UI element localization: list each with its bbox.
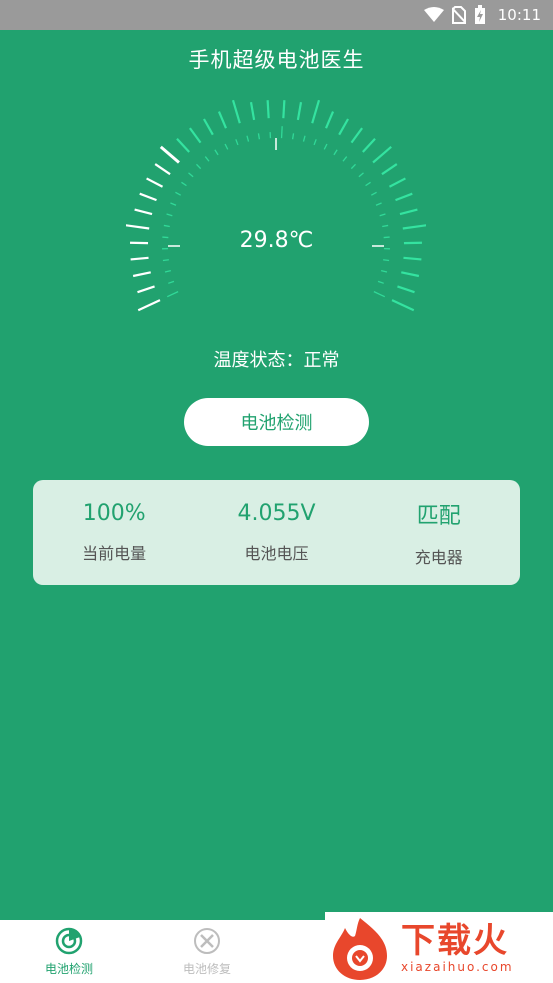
gauge-inner-tick bbox=[163, 224, 170, 228]
charger-value: 匹配 bbox=[416, 503, 461, 529]
info-item-charge: 100% 当前电量 bbox=[39, 501, 189, 564]
temperature-gauge bbox=[126, 99, 426, 312]
gauge-tick-active bbox=[154, 163, 171, 176]
temperature-status: 温度状态：正常 bbox=[213, 350, 340, 371]
gauge-inner-tick bbox=[383, 259, 390, 262]
flame-logo-icon bbox=[333, 917, 387, 980]
gauge-tick-active bbox=[130, 256, 149, 261]
gauge-inner-tick bbox=[379, 213, 386, 217]
gauge-tick bbox=[338, 118, 350, 136]
watermark-title: 下载火 bbox=[401, 920, 509, 961]
gauge-tick-active bbox=[137, 299, 161, 312]
gauge-inner-tick bbox=[214, 149, 219, 156]
gauge-inner-tick bbox=[164, 270, 172, 273]
gauge-inner-tick bbox=[204, 156, 210, 162]
gauge-inner-tick bbox=[342, 156, 348, 162]
gauge-inner-tick bbox=[380, 270, 388, 273]
gauge-inner-tick bbox=[166, 291, 179, 298]
gauge-tick bbox=[311, 99, 321, 124]
gauge-inner-tick bbox=[196, 163, 202, 170]
info-item-voltage: 4.055V 电池电压 bbox=[201, 501, 351, 564]
gauge-inner-tick bbox=[333, 149, 338, 156]
watermark: 下载火 xiazaihuo.com bbox=[325, 912, 553, 983]
gauge-inner-tick bbox=[377, 280, 384, 284]
nav-label-repair: 电池修复 bbox=[182, 962, 231, 976]
gauge-tick bbox=[266, 100, 270, 119]
no-sim-icon bbox=[451, 6, 466, 24]
gauge-inner-tick bbox=[358, 172, 364, 178]
status-bar: 10:11 bbox=[0, 0, 553, 30]
temperature-value: 29.8℃ bbox=[239, 228, 314, 253]
gauge-tick-active bbox=[159, 145, 180, 164]
gauge-inner-tick bbox=[181, 181, 187, 187]
gauge-tick-active bbox=[132, 271, 151, 278]
charger-label: 充电器 bbox=[414, 547, 463, 567]
gauge-inner-tick bbox=[375, 202, 382, 206]
gauge-tick bbox=[249, 101, 256, 121]
gauge-inner-tick bbox=[188, 172, 194, 178]
gauge-inner-tick bbox=[166, 213, 173, 217]
gauge-inner-tick bbox=[175, 191, 182, 196]
radar-icon bbox=[55, 927, 83, 955]
gauge-inner-tick bbox=[365, 181, 371, 187]
gauge-tick bbox=[231, 99, 241, 124]
gauge-tick-active bbox=[146, 177, 164, 188]
gauge-tick bbox=[388, 177, 406, 188]
voltage-value: 4.055V bbox=[237, 501, 316, 526]
gauge-inner-tick bbox=[323, 143, 328, 150]
info-item-charger: 匹配 充电器 bbox=[364, 498, 514, 568]
gauge-inner-tick bbox=[235, 139, 239, 146]
charge-value: 100% bbox=[82, 501, 146, 526]
gauge-inner-tick bbox=[382, 224, 389, 228]
gauge-inner-tick bbox=[280, 126, 283, 139]
watermark-url: xiazaihuo.com bbox=[401, 959, 514, 974]
gauge-tick bbox=[202, 118, 214, 136]
gauge-tick bbox=[395, 192, 413, 202]
gauge-tick bbox=[296, 101, 303, 121]
gauge-tick bbox=[350, 127, 363, 144]
voltage-label: 电池电压 bbox=[244, 544, 309, 563]
battery-charging-icon bbox=[474, 5, 485, 24]
gauge-inner-tick bbox=[291, 133, 295, 140]
gauge-tick bbox=[325, 111, 335, 129]
gauge-inner-tick bbox=[224, 143, 229, 150]
gauge-inner-tick bbox=[313, 139, 317, 146]
status-time: 10:11 bbox=[497, 6, 541, 24]
gauge-tick bbox=[176, 137, 190, 153]
gauge-tick bbox=[362, 137, 376, 153]
gauge-tick bbox=[282, 100, 286, 119]
gauge-tick bbox=[401, 271, 420, 278]
gauge-inner-tick bbox=[246, 135, 250, 142]
gauge-inner-tick bbox=[162, 259, 169, 262]
gauge-tick bbox=[189, 127, 202, 144]
gauge-tick bbox=[397, 285, 415, 294]
gauge-tick bbox=[381, 163, 398, 176]
app-title: 手机超级电池医生 bbox=[188, 48, 365, 72]
battery-info-card: 100% 当前电量 4.055V 电池电压 匹配 充电器 bbox=[33, 480, 520, 585]
gauge-tick bbox=[391, 299, 415, 312]
gauge-inner-tick bbox=[257, 133, 261, 140]
gauge-inner-tick bbox=[370, 191, 377, 196]
gauge-inner-tick bbox=[350, 163, 356, 170]
nav-label-detect: 电池检测 bbox=[44, 962, 93, 976]
gauge-tick-active bbox=[139, 192, 157, 202]
gauge-inner-tick bbox=[302, 135, 306, 142]
gauge-tick bbox=[217, 111, 227, 129]
nav-battery-repair[interactable]: 电池修复 bbox=[138, 920, 276, 983]
gauge-inner-tick bbox=[170, 202, 177, 206]
repair-tools-icon bbox=[194, 928, 220, 954]
gauge-tick bbox=[372, 146, 392, 164]
battery-detect-button[interactable]: 电池检测 bbox=[184, 398, 369, 446]
gauge-inner-tick bbox=[373, 291, 386, 298]
gauge-inner-tick bbox=[168, 280, 175, 284]
gauge-tick bbox=[403, 256, 422, 261]
charge-label: 当前电量 bbox=[82, 544, 147, 563]
gauge-tick-active bbox=[134, 208, 153, 216]
gauge-tick bbox=[399, 208, 418, 216]
wifi-icon bbox=[423, 7, 444, 22]
gauge-tick-active bbox=[137, 285, 155, 294]
nav-battery-detect[interactable]: 电池检测 bbox=[0, 920, 138, 983]
